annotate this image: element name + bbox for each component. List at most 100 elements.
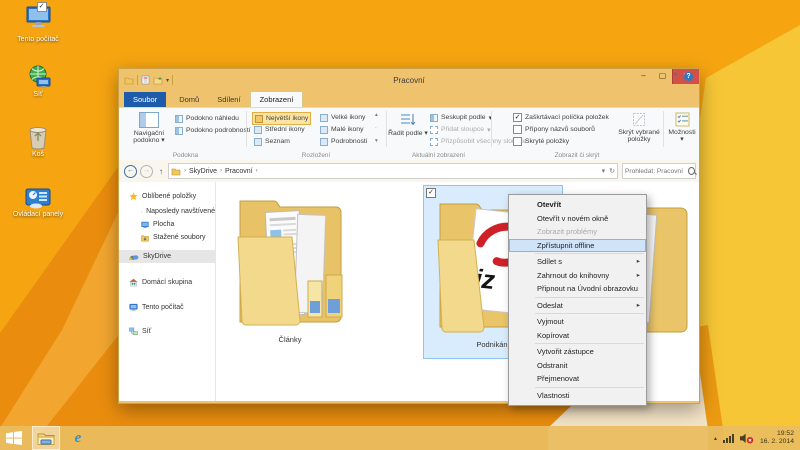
- up-button[interactable]: ↑: [159, 167, 163, 176]
- menu-item-prejmenovat[interactable]: Přejmenovat: [509, 372, 646, 386]
- volume-muted-icon[interactable]: [740, 433, 754, 444]
- sort-by-button[interactable]: Řadit podle ▾: [388, 111, 428, 137]
- taskbar-internet-explorer[interactable]: e: [64, 426, 92, 450]
- crumb-chevron-icon: ›: [220, 168, 222, 174]
- menu-item-pripnout-na-uvodni-obrazovku[interactable]: Připnout na Úvodní obrazovku: [509, 282, 646, 296]
- desktop-icon-this-pc[interactable]: ✓ Tento počítač: [6, 4, 70, 44]
- crumb-pracovni[interactable]: Pracovní: [225, 168, 253, 175]
- hide-selected-icon: [632, 112, 646, 127]
- menu-separator: [535, 343, 644, 344]
- item-checkboxes-toggle[interactable]: ✓Zaškrtávací políčka položek: [513, 113, 609, 122]
- details-pane-button[interactable]: Podokno podrobností: [175, 125, 251, 136]
- submenu-arrow-icon: ▸: [637, 255, 640, 269]
- menu-item-vyjmout[interactable]: Vyjmout: [509, 315, 646, 329]
- homegroup-icon: [129, 278, 138, 287]
- layout-scroll-mid[interactable]: ·: [375, 125, 377, 131]
- navigation-pane-button[interactable]: Navigační podokno ▾: [127, 111, 171, 144]
- tab-soubor[interactable]: Soubor: [124, 92, 166, 107]
- menu-item-kopirovat[interactable]: Kopírovat: [509, 329, 646, 343]
- downloads-icon: [141, 234, 149, 242]
- hidden-items-toggle[interactable]: Skryté položky: [513, 137, 569, 146]
- preview-pane-button[interactable]: Podokno náhledu: [175, 113, 239, 124]
- list-view-button[interactable]: Seznam: [252, 136, 292, 147]
- checkbox-empty-icon: [513, 125, 522, 134]
- nav-desktop[interactable]: Plocha: [119, 218, 215, 231]
- ribbon: Navigační podokno ▾ Podokno náhledu Podo…: [119, 107, 699, 161]
- details-view-button[interactable]: Podrobnosti: [318, 136, 369, 147]
- nav-recent-places[interactable]: Naposledy navštívené: [119, 205, 215, 218]
- large-icons-icon: [320, 114, 328, 122]
- menu-item-vytvorit-zastupce[interactable]: Vytvořit zástupce: [509, 345, 646, 359]
- medium-icons-button[interactable]: Střední ikony: [252, 124, 307, 135]
- forward-button[interactable]: →: [140, 165, 153, 178]
- item-checkbox[interactable]: ✓: [37, 2, 47, 12]
- taskbar-file-explorer[interactable]: [32, 426, 60, 450]
- network-status-icon[interactable]: [723, 434, 734, 443]
- menu-item-odeslat[interactable]: Odeslat▸: [509, 299, 646, 313]
- hide-selected-button[interactable]: Skrýt vybrané položky: [617, 111, 661, 143]
- titlebar[interactable]: ▾ Pracovní – ▢ ×: [119, 69, 699, 91]
- menu-item-vlastnosti[interactable]: Vlastnosti: [509, 389, 646, 403]
- small-icons-button[interactable]: Malé ikony: [318, 124, 366, 135]
- navigation-pane-icon: [139, 112, 159, 128]
- item-checkbox[interactable]: ✓: [426, 188, 436, 198]
- collapse-ribbon-icon[interactable]: ^: [674, 73, 677, 80]
- refresh-icon[interactable]: ↻: [609, 167, 615, 175]
- svg-text:!: !: [131, 256, 132, 260]
- desktop-icon-network[interactable]: Síť: [6, 64, 70, 99]
- folder-icon-clanky: [234, 185, 346, 329]
- back-button[interactable]: ←: [124, 165, 137, 178]
- qat-dropdown-icon[interactable]: ▾: [166, 77, 169, 84]
- menu-item-zpristupnit-offline[interactable]: Zpřístupnit offline: [509, 239, 646, 253]
- tab-domu[interactable]: Domů: [170, 92, 208, 107]
- layout-scroll-down[interactable]: ▾: [375, 138, 378, 144]
- nav-downloads[interactable]: Stažené soubory: [119, 231, 215, 244]
- nav-homegroup[interactable]: Domácí skupina: [119, 276, 215, 289]
- group-by-button[interactable]: Seskupit podle ▾: [430, 112, 492, 123]
- network-icon: [129, 327, 138, 336]
- hidden-icons-chevron[interactable]: ▴: [714, 435, 717, 442]
- address-dropdown-icon[interactable]: ▾: [602, 167, 606, 175]
- navigation-pane: Oblíbené položky Naposledy navštívené Pl…: [119, 182, 216, 401]
- desktop-icon: [141, 221, 149, 229]
- properties-icon[interactable]: [141, 75, 150, 85]
- desktop-icon-control-panel[interactable]: Ovládací panely: [6, 186, 70, 219]
- maximize-button[interactable]: ▢: [653, 69, 672, 84]
- desktop-icon-label: Síť: [6, 91, 70, 99]
- details-view-icon: [320, 138, 328, 146]
- desktop-icon-recycle-bin[interactable]: Koš: [6, 124, 70, 159]
- new-folder-icon[interactable]: [153, 76, 163, 85]
- crumb-skydrive[interactable]: SkyDrive: [189, 168, 217, 175]
- add-columns-icon: [430, 126, 438, 134]
- minimize-button[interactable]: –: [634, 69, 653, 84]
- search-input[interactable]: [623, 168, 687, 175]
- breadcrumb[interactable]: › SkyDrive › Pracovní › ▾ ↻: [168, 163, 618, 179]
- menu-item-otevrit-v-novem-okne[interactable]: Otevřít v novém okně: [509, 212, 646, 226]
- menu-item-zahrnout-do-knihovny[interactable]: Zahrnout do knihovny▸: [509, 269, 646, 283]
- clock[interactable]: 19:52 16. 2. 2014: [760, 430, 794, 446]
- nav-favorites[interactable]: Oblíbené položky: [119, 190, 215, 203]
- nav-this-pc[interactable]: Tento počítač: [119, 301, 215, 314]
- file-extensions-toggle[interactable]: Přípony názvů souborů: [513, 125, 595, 134]
- large-icons-button[interactable]: Velké ikony: [318, 112, 367, 123]
- internet-explorer-icon: e: [75, 430, 82, 447]
- button-label: Řadit podle: [388, 130, 422, 137]
- checkbox-checked-icon: ✓: [513, 113, 522, 122]
- menu-item-otevrit[interactable]: Otevřít: [509, 198, 646, 212]
- tab-zobrazeni[interactable]: Zobrazení: [250, 91, 304, 107]
- nav-skydrive[interactable]: ! SkyDrive: [119, 250, 215, 263]
- folder-tile-clanky[interactable]: Články: [229, 185, 351, 344]
- help-icon[interactable]: ?: [684, 72, 693, 81]
- divider: [172, 75, 173, 85]
- context-menu: Otevřít Otevřít v novém okně Zobrazit pr…: [508, 194, 647, 406]
- layout-scroll-up[interactable]: ▴: [375, 112, 378, 118]
- start-button[interactable]: [0, 426, 28, 450]
- folder-icon[interactable]: [124, 76, 134, 85]
- nav-network[interactable]: Síť: [119, 325, 215, 338]
- tab-sdileni[interactable]: Sdílení: [208, 92, 249, 107]
- search-box[interactable]: [622, 163, 696, 179]
- menu-item-odstranit[interactable]: Odstranit: [509, 359, 646, 373]
- menu-item-sdilet-s[interactable]: Sdílet s▸: [509, 255, 646, 269]
- options-button[interactable]: Možnosti▾: [665, 111, 699, 143]
- search-icon[interactable]: [688, 167, 695, 175]
